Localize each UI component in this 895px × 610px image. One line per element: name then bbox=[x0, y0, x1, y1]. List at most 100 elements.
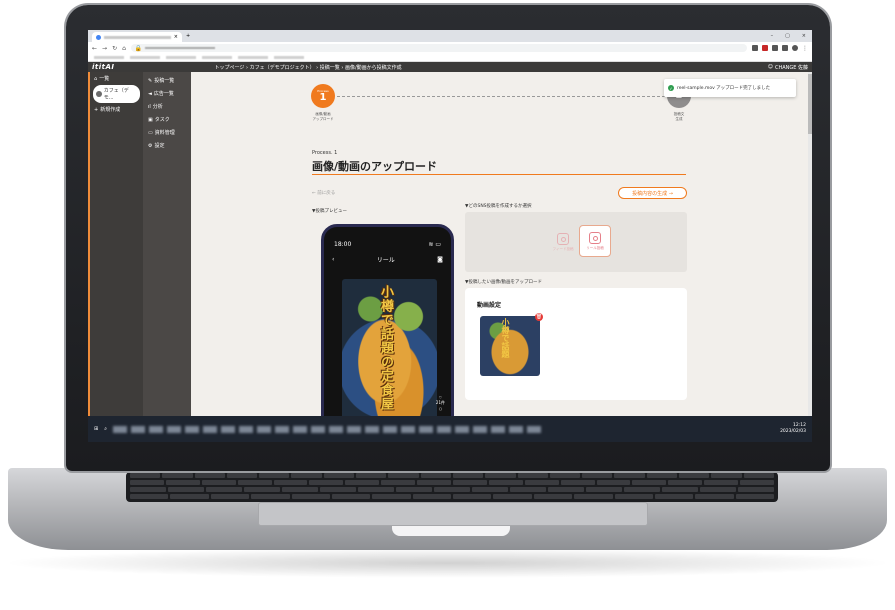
gear-icon: ⚙ bbox=[148, 142, 153, 149]
window-close-icon[interactable]: × bbox=[802, 33, 806, 39]
plus-icon: + bbox=[94, 106, 99, 113]
url-input[interactable]: 🔒 bbox=[130, 44, 747, 52]
bookmarks-bar bbox=[88, 54, 812, 62]
screen: × + – ▢ × ← → ↻ ⌂ 🔒 ⋮ ititAI トップページ › カフェ（デモプ… bbox=[88, 30, 812, 442]
edit-icon: ✎ bbox=[148, 77, 153, 84]
extension-icon[interactable] bbox=[752, 44, 758, 51]
sidebar-item-ads[interactable]: ◄ 広告一覧 bbox=[143, 87, 191, 100]
wifi-battery-icon: ≋ ▭ bbox=[428, 241, 441, 248]
overlay-text: 小樽で話題の定食屋 bbox=[378, 285, 393, 411]
sidebar-item-label: 分析 bbox=[152, 104, 163, 110]
generate-button[interactable]: 投稿内容の生成 → bbox=[618, 187, 687, 199]
step-1: Process 1 bbox=[311, 84, 335, 108]
sidebar-item-label: 一覧 bbox=[99, 76, 110, 82]
app-header: ititAI トップページ › カフェ（デモプロジェクト） › 投稿一覧 › 画… bbox=[88, 62, 812, 72]
keyboard bbox=[126, 472, 778, 502]
feed-option[interactable]: フィード投稿 bbox=[549, 227, 577, 257]
user-name: CHANGE 佐藤 bbox=[774, 64, 808, 71]
instagram-icon bbox=[557, 232, 569, 245]
reel-option[interactable]: リール投稿 bbox=[579, 225, 611, 257]
minimize-icon[interactable]: – bbox=[771, 33, 774, 39]
reel-actions: ♡ 21件 ○ bbox=[436, 395, 445, 411]
back-link[interactable]: ← 前に戻る bbox=[312, 190, 335, 196]
preview-label: ▼投稿プレビュー bbox=[312, 209, 347, 214]
upload-title: 動画設定 bbox=[477, 302, 502, 309]
sidebar-item-label: 広告一覧 bbox=[153, 91, 174, 97]
stepper-connector bbox=[337, 96, 665, 97]
phone-preview: 18:00 ≋ ▭ ‹ リール ◙ 小樽で話題の定食屋 ♡ 21件 ○ bbox=[321, 224, 454, 434]
step-2-label: 投稿文 生成 bbox=[673, 112, 685, 121]
back-icon[interactable]: ← bbox=[92, 45, 97, 52]
chart-icon: ıl bbox=[148, 103, 151, 110]
extension-icon[interactable] bbox=[772, 44, 778, 51]
sidebar-item-label: 資料管理 bbox=[154, 130, 175, 136]
trackpad bbox=[258, 502, 648, 526]
reel-title: リール bbox=[376, 257, 395, 264]
sidebar-item-project[interactable]: カフェ（デモ... bbox=[93, 85, 140, 103]
task-icon: ▣ bbox=[148, 116, 153, 123]
breadcrumb: トップページ › カフェ（デモプロジェクト） › 投稿一覧 › 画像/動画から投… bbox=[214, 64, 402, 71]
sidebar-item-analytics[interactable]: ıl 分析 bbox=[143, 100, 191, 113]
home-icon: ⌂ bbox=[94, 75, 98, 82]
sidebar-item-label: タスク bbox=[154, 117, 170, 123]
reload-icon[interactable]: ↻ bbox=[112, 45, 117, 52]
comment-icon: ○ bbox=[438, 406, 443, 411]
thumbnail-text: 小樽で話題 bbox=[501, 318, 510, 358]
tab-title-blurred bbox=[104, 35, 171, 39]
sidebar-item-tasks[interactable]: ▣ タスク bbox=[143, 113, 191, 126]
profile-icon[interactable] bbox=[792, 44, 798, 51]
app-logo[interactable]: ititAI bbox=[92, 63, 115, 71]
search-icon[interactable]: ⌕ bbox=[104, 426, 107, 432]
step-number: 1 bbox=[319, 91, 327, 103]
close-icon[interactable]: × bbox=[174, 34, 178, 40]
instagram-icon bbox=[589, 231, 601, 244]
extension-icon[interactable] bbox=[762, 44, 768, 51]
reel-header: ‹ リール ◙ bbox=[324, 252, 451, 267]
sidebar-item-label: カフェ（デモ... bbox=[103, 88, 129, 101]
main-content: Process1 2 画像/動画 アップロード 投稿文 生成 Process. … bbox=[191, 72, 812, 434]
forward-icon[interactable]: → bbox=[102, 45, 107, 52]
sidebar-item-label: 設定 bbox=[154, 143, 165, 149]
browser-tabbar: × + – ▢ × bbox=[88, 30, 812, 42]
success-toast: ✓ reel-sample.mov アップロード完了しました bbox=[664, 79, 796, 97]
sidebar-item-new[interactable]: + 新規作成 bbox=[90, 103, 143, 116]
extension-icon[interactable] bbox=[782, 44, 788, 51]
secondary-sidebar: ✎ 投稿一覧 ◄ 広告一覧 ıl 分析 ▣ タスク ▭ 資料管理 ⚙ 設定 bbox=[143, 72, 191, 416]
video-thumbnail[interactable]: 小樽で話題 bbox=[480, 316, 540, 376]
back-chevron-icon: ‹ bbox=[332, 256, 335, 263]
new-tab-icon[interactable]: + bbox=[186, 33, 190, 39]
sns-select-label: ▼どのSNS投稿を作成するか選択 bbox=[465, 204, 532, 209]
upload-panel: 動画設定 小樽で話題 🗑 bbox=[465, 288, 687, 400]
delete-icon[interactable]: 🗑 bbox=[535, 313, 543, 321]
title-underline bbox=[312, 174, 686, 175]
sidebar-item-documents[interactable]: ▭ 資料管理 bbox=[143, 126, 191, 139]
option-label: リール投稿 bbox=[586, 245, 604, 250]
taskbar-apps bbox=[113, 425, 542, 433]
sidebar-item-settings[interactable]: ⚙ 設定 bbox=[143, 139, 191, 152]
toast-message: reel-sample.mov アップロード完了しました bbox=[677, 86, 771, 91]
lock-icon: 🔒 bbox=[134, 44, 143, 52]
folder-icon: ▭ bbox=[148, 129, 153, 136]
maximize-icon[interactable]: ▢ bbox=[785, 33, 790, 39]
lid-notch bbox=[392, 526, 510, 536]
sidebar-item-label: 投稿一覧 bbox=[154, 78, 175, 84]
stepper: Process1 2 画像/動画 アップロード 投稿文 生成 bbox=[311, 84, 691, 124]
option-label: フィード投稿 bbox=[552, 246, 574, 251]
user-menu[interactable]: ☺ CHANGE 佐藤 bbox=[768, 64, 808, 71]
menu-icon[interactable]: ⋮ bbox=[802, 45, 808, 52]
step-1-label: 画像/動画 アップロード bbox=[312, 112, 334, 121]
home-icon[interactable]: ⌂ bbox=[122, 45, 126, 52]
taskbar-clock[interactable]: 12:12 2023/02/03 bbox=[780, 423, 806, 435]
browser-tab[interactable]: × bbox=[92, 32, 182, 42]
upload-label: ▼投稿したい画像/動画をアップロード bbox=[465, 280, 542, 285]
sidebar-item-list[interactable]: ⌂ 一覧 bbox=[90, 72, 143, 85]
address-bar-row: ← → ↻ ⌂ 🔒 ⋮ bbox=[88, 42, 812, 54]
primary-sidebar: ⌂ 一覧 カフェ（デモ... + 新規作成 bbox=[88, 72, 143, 416]
windows-start-icon[interactable]: ⊞ bbox=[94, 426, 98, 432]
laptop-shadow bbox=[0, 548, 895, 578]
avatar bbox=[96, 91, 102, 97]
scrollbar[interactable] bbox=[808, 72, 812, 416]
sidebar-item-posts[interactable]: ✎ 投稿一覧 bbox=[143, 74, 191, 87]
camera-icon: ◙ bbox=[437, 256, 443, 263]
megaphone-icon: ◄ bbox=[148, 90, 152, 97]
